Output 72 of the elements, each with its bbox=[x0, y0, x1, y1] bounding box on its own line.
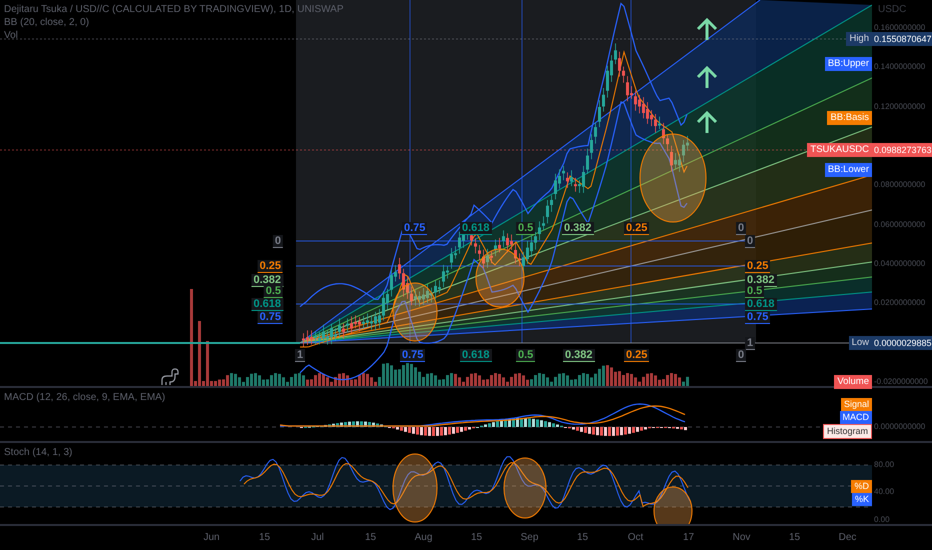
price-tick: 0.1200000000 bbox=[874, 100, 926, 113]
time-tick: 15 bbox=[470, 532, 484, 542]
price-tick: 0.1400000000 bbox=[874, 61, 926, 74]
indicator-label: Vol bbox=[4, 30, 19, 42]
fib-level-label: 0.618 bbox=[745, 298, 777, 311]
indicator-marker-label: Signal bbox=[840, 398, 872, 411]
fib-level-label: 0 bbox=[736, 349, 746, 362]
price-tick: 0.0200000000 bbox=[874, 297, 926, 310]
fib-level-label: 0.25 bbox=[624, 349, 650, 362]
fib-level-label: 0.382 bbox=[745, 274, 777, 287]
price-marker-label: BB:Lower bbox=[824, 163, 872, 177]
macd-tick: 0.0000000000 bbox=[874, 421, 926, 433]
fib-level-label: 0.75 bbox=[400, 349, 426, 362]
indicator-label: BB (20, close, 2, 0) bbox=[4, 17, 90, 29]
fib-level-label: 0.382 bbox=[563, 349, 595, 362]
fib-level-label: 0.75 bbox=[258, 311, 283, 324]
time-tick: Aug bbox=[414, 532, 434, 542]
price-marker-label: BB:Basis bbox=[827, 111, 872, 125]
price-tick: 0.1600000000 bbox=[874, 22, 926, 34]
price-tick: 0.0800000000 bbox=[874, 179, 926, 192]
fib-level-label: 0.382 bbox=[251, 274, 283, 287]
fib-level-label: 0.5 bbox=[264, 285, 283, 298]
indicator-title: MACD (12, 26, close, 9, EMA, EMA) bbox=[4, 392, 166, 404]
time-tick: 15 bbox=[576, 532, 590, 542]
time-tick: 15 bbox=[788, 532, 802, 542]
time-tick: Sep bbox=[520, 532, 540, 542]
fib-level-label: 0.25 bbox=[745, 260, 770, 273]
fib-level-label: 0.5 bbox=[745, 285, 764, 298]
fib-level-label: 0.25 bbox=[258, 260, 283, 273]
price-tick: -0.0200000000 bbox=[874, 376, 928, 388]
indicator-marker-label: %D bbox=[851, 480, 872, 493]
price-value-label: 0.1550870647 bbox=[872, 32, 932, 46]
price-marker-label: Volume bbox=[834, 375, 872, 389]
price-value-label: 0.0000029885 bbox=[872, 336, 932, 350]
time-tick: Jul bbox=[310, 532, 325, 542]
fib-level-label: 1 bbox=[295, 349, 306, 362]
price-marker-label: BB:Upper bbox=[824, 57, 872, 71]
time-tick: Dec bbox=[838, 532, 858, 542]
price-tick: 0.0400000000 bbox=[874, 258, 926, 270]
stoch-tick: 80.00 bbox=[874, 458, 894, 471]
fib-level-label: 0 bbox=[736, 222, 746, 235]
fib-level-label: 0.618 bbox=[460, 222, 492, 235]
price-marker-label: Low bbox=[848, 336, 872, 350]
currency-label: USDC bbox=[878, 4, 906, 15]
time-tick: Oct bbox=[626, 532, 644, 542]
time-tick: 15 bbox=[364, 532, 378, 542]
fib-level-label: 0.25 bbox=[624, 222, 650, 235]
fib-level-label: 0.382 bbox=[562, 222, 594, 235]
fib-level-label: 0.5 bbox=[516, 222, 536, 235]
time-tick: 15 bbox=[258, 532, 272, 542]
fib-level-label: 0.75 bbox=[745, 311, 770, 324]
fib-level-label: 0.618 bbox=[460, 349, 492, 362]
time-tick: 17 bbox=[682, 532, 696, 542]
fib-level-label: 1 bbox=[745, 337, 756, 350]
stoch-tick: 0.00 bbox=[874, 514, 890, 526]
price-marker-label: TSUKAUSDC bbox=[807, 143, 872, 157]
fib-level-label: 0.618 bbox=[251, 298, 283, 311]
indicator-title: Stoch (14, 1, 3) bbox=[4, 447, 72, 459]
fib-level-label: 0 bbox=[745, 235, 756, 248]
price-value-label: 0.0988273763 bbox=[872, 143, 932, 157]
symbol-title: Dejitaru Tsuka / USD//C (CALCULATED BY TRADINGVIEW), 1D, UNISWAP bbox=[4, 4, 344, 16]
fib-level-label: 0.75 bbox=[402, 222, 428, 235]
time-tick: Nov bbox=[732, 532, 752, 542]
price-tick: 0.0600000000 bbox=[874, 218, 926, 230]
indicator-marker-label: MACD bbox=[840, 411, 872, 424]
price-marker-label: High bbox=[846, 32, 872, 46]
fib-level-label: 0.5 bbox=[516, 349, 536, 362]
time-tick: Jun bbox=[202, 532, 221, 542]
fib-level-label: 0 bbox=[272, 235, 283, 248]
indicator-marker-label: Histogram bbox=[822, 424, 872, 439]
indicator-marker-label: %K bbox=[852, 493, 872, 506]
stoch-tick: 40.00 bbox=[874, 486, 894, 498]
